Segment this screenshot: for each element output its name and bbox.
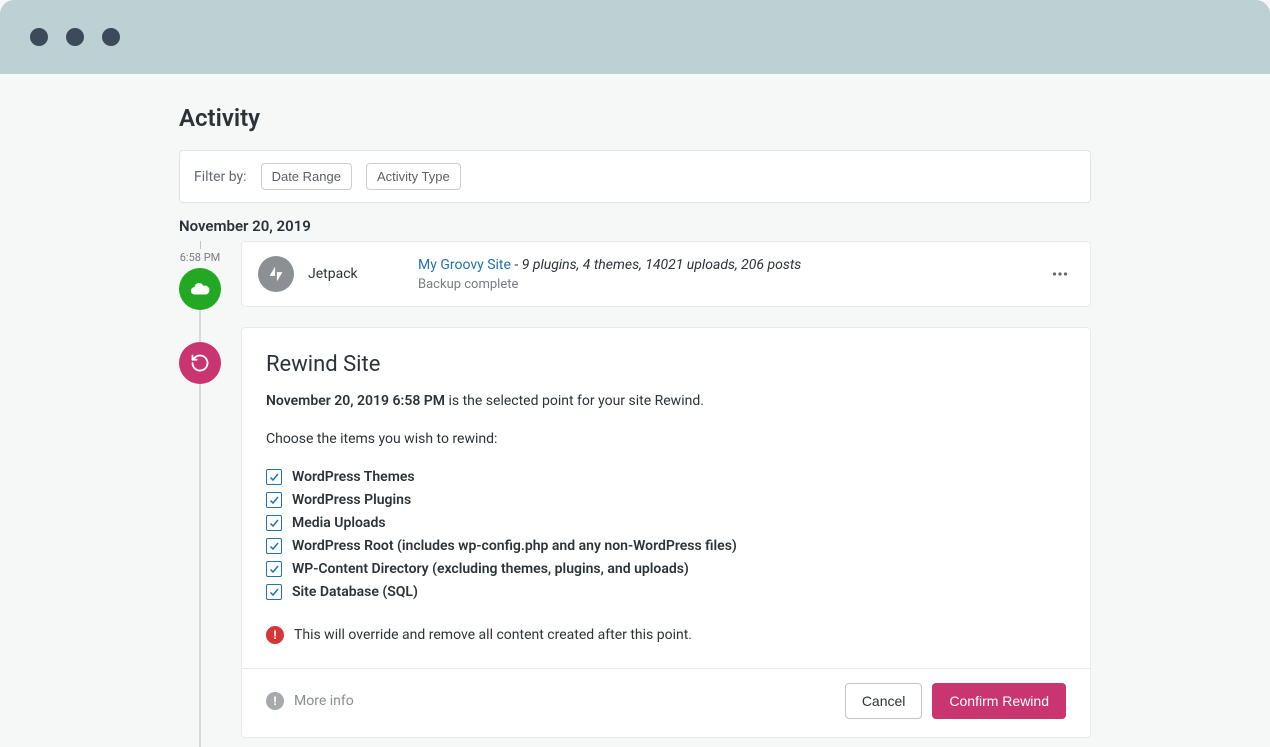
checkbox[interactable] xyxy=(266,538,282,554)
rewind-item-label: WordPress Plugins xyxy=(292,492,411,508)
checkbox[interactable] xyxy=(266,584,282,600)
activity-details: 9 plugins, 4 themes, 14021 uploads, 206 … xyxy=(522,257,802,273)
activity-card: Jetpack My Groovy Site - 9 plugins, 4 th… xyxy=(241,241,1091,307)
rewind-selected-suffix: is the selected point for your site Rewi… xyxy=(445,393,704,409)
window-dot xyxy=(66,28,84,46)
timeline-time: 6:58 PM xyxy=(180,251,220,264)
titlebar xyxy=(0,0,1270,74)
activity-app-name: Jetpack xyxy=(308,266,418,282)
checkbox[interactable] xyxy=(266,469,282,485)
site-link[interactable]: My Groovy Site xyxy=(418,257,511,273)
cards-col: Jetpack My Groovy Site - 9 plugins, 4 th… xyxy=(241,241,1091,747)
more-actions-button[interactable] xyxy=(1046,260,1074,288)
timeline-col: 6:58 PM xyxy=(179,241,221,747)
content-area: Activity Filter by: Date Range Activity … xyxy=(179,104,1091,747)
filter-activity-type[interactable]: Activity Type xyxy=(366,163,461,190)
rewind-title: Rewind Site xyxy=(266,352,1066,377)
rewind-item: WordPress Themes xyxy=(266,469,1066,485)
app-window: Activity Filter by: Date Range Activity … xyxy=(0,0,1270,747)
timeline-line xyxy=(199,384,201,747)
filter-label: Filter by: xyxy=(194,169,247,185)
cancel-button[interactable]: Cancel xyxy=(845,683,923,719)
window-dot xyxy=(102,28,120,46)
rewind-item: Media Uploads xyxy=(266,515,1066,531)
date-header: November 20, 2019 xyxy=(179,217,1091,235)
activity-status: Backup complete xyxy=(418,277,1046,292)
checkbox[interactable] xyxy=(266,561,282,577)
rewind-icon xyxy=(179,342,221,384)
checkbox[interactable] xyxy=(266,515,282,531)
filter-bar: Filter by: Date Range Activity Type xyxy=(179,150,1091,203)
rewind-selected-point: November 20, 2019 6:58 PM xyxy=(266,393,445,409)
rewind-item-label: WordPress Themes xyxy=(292,469,415,485)
rewind-item: Site Database (SQL) xyxy=(266,584,1066,600)
rewind-item-label: Media Uploads xyxy=(292,515,386,531)
checkbox[interactable] xyxy=(266,492,282,508)
warning-icon: ! xyxy=(266,626,284,644)
timeline: 6:58 PM Jetpack xyxy=(179,241,1091,747)
rewind-item-label: WP-Content Directory (excluding themes, … xyxy=(292,561,689,577)
activity-meta: My Groovy Site - 9 plugins, 4 themes, 14… xyxy=(418,257,1046,292)
warning-text: This will override and remove all conten… xyxy=(294,627,692,643)
rewind-item-label: WordPress Root (includes wp-config.php a… xyxy=(292,538,737,554)
rewind-card: Rewind Site November 20, 2019 6:58 PM is… xyxy=(241,327,1091,738)
confirm-rewind-button[interactable]: Confirm Rewind xyxy=(932,683,1066,719)
timeline-tick xyxy=(200,241,201,249)
rewind-item-list: WordPress Themes WordPress Plugins Media… xyxy=(266,469,1066,600)
page-title: Activity xyxy=(179,104,1091,132)
filter-date-range[interactable]: Date Range xyxy=(261,163,352,190)
backup-icon xyxy=(179,268,221,310)
warning-row: ! This will override and remove all cont… xyxy=(266,626,1066,644)
timeline-line xyxy=(199,310,201,342)
rewind-item: WordPress Root (includes wp-config.php a… xyxy=(266,538,1066,554)
rewind-item: WordPress Plugins xyxy=(266,492,1066,508)
rewind-item: WP-Content Directory (excluding themes, … xyxy=(266,561,1066,577)
rewind-choose-label: Choose the items you wish to rewind: xyxy=(266,431,1066,447)
jetpack-avatar-icon xyxy=(258,256,294,292)
info-icon: ! xyxy=(266,692,284,710)
rewind-item-label: Site Database (SQL) xyxy=(292,584,418,600)
window-dot xyxy=(30,28,48,46)
activity-summary: My Groovy Site - 9 plugins, 4 themes, 14… xyxy=(418,257,1046,273)
rewind-footer: ! More info Cancel Confirm Rewind xyxy=(242,668,1090,737)
separator: - xyxy=(511,257,522,273)
more-info-link[interactable]: More info xyxy=(294,693,354,709)
rewind-selected-line: November 20, 2019 6:58 PM is the selecte… xyxy=(266,393,1066,409)
